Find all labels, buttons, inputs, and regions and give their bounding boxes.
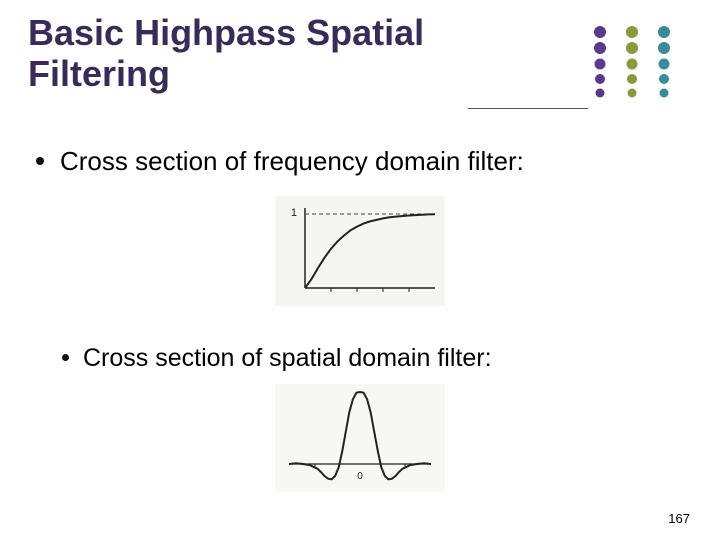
chart-spatial-domain: 0 [275, 384, 445, 492]
page-number: 167 [668, 511, 690, 526]
chart2-center-label: 0 [357, 471, 363, 482]
bullet-text: Cross section of spatial domain filter: [83, 344, 492, 373]
title-underline [468, 108, 588, 109]
chart1-ylabel-1: 1 [291, 207, 297, 219]
chart-frequency-domain: 1 [275, 196, 445, 306]
bullet-item-spatial: Cross section of spatial domain filter: [62, 344, 492, 373]
bullet-text: Cross section of frequency domain filter… [60, 146, 524, 177]
decorative-dots-icon [572, 22, 692, 108]
bullet-item-frequency: Cross section of frequency domain filter… [36, 146, 524, 177]
slide-title: Basic Highpass Spatial Filtering [28, 12, 458, 95]
slide: Basic Highpass Spatial Filtering Cro [0, 0, 720, 540]
bullet-dot-icon [62, 354, 69, 361]
bullet-dot-icon [36, 157, 44, 165]
